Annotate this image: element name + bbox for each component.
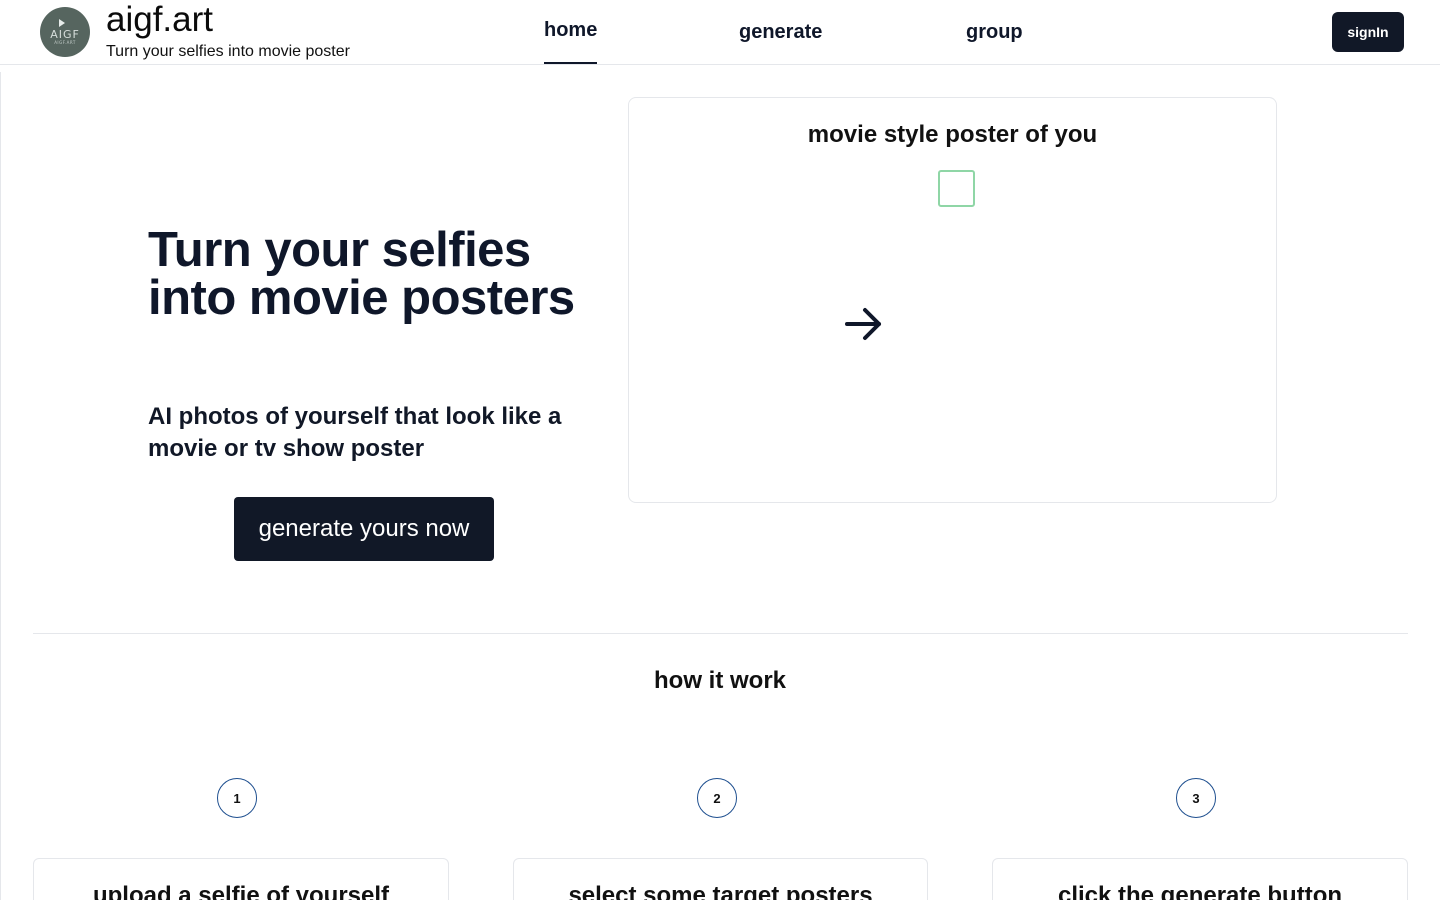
generate-now-button[interactable]: generate yours now <box>234 497 494 561</box>
nav-generate[interactable]: generate <box>739 0 822 64</box>
left-border <box>0 72 1 900</box>
brand-tagline: Turn your selfies into movie poster <box>106 43 350 60</box>
nav-group-label: group <box>966 21 1023 43</box>
logo-subtext: AIGF.ART <box>54 39 76 45</box>
section-divider <box>33 633 1408 634</box>
how-it-works-title: how it work <box>654 667 786 694</box>
poster-preview-card: movie style poster of you <box>628 97 1277 503</box>
site-header: AIGF AIGF.ART aigf.art Turn your selfies… <box>0 0 1440 65</box>
nav-group[interactable]: group <box>966 0 1023 64</box>
step-text-3: click the generate button <box>1057 882 1343 900</box>
nav-home[interactable]: home <box>544 0 598 64</box>
logo-text: AIGF <box>50 27 80 41</box>
poster-card-title: movie style poster of you <box>807 121 1098 148</box>
nav-home-label: home <box>544 19 598 41</box>
poster-thumbnail[interactable] <box>938 170 975 207</box>
step-text-2: select some target posters <box>568 882 873 900</box>
step-number-3: 3 <box>1176 778 1216 818</box>
hero-title: Turn your selfies into movie posters <box>148 223 575 325</box>
signin-button[interactable]: signIn <box>1332 12 1404 52</box>
nav-generate-label: generate <box>739 21 823 43</box>
logo[interactable]: AIGF AIGF.ART <box>40 7 90 57</box>
step-number-1: 1 <box>217 778 257 818</box>
step-number-2: 2 <box>697 778 737 818</box>
step-card-1: upload a selfie of yourself <box>33 858 449 900</box>
arrow-right-icon <box>845 308 881 340</box>
step-card-2: select some target posters <box>513 858 928 900</box>
step-card-3: click the generate button <box>992 858 1408 900</box>
hero-subtitle: AI photos of yourself that look like a m… <box>148 403 562 462</box>
brand-name[interactable]: aigf.art <box>106 0 213 40</box>
step-text-1: upload a selfie of yourself <box>92 882 390 900</box>
logo-mark-icon <box>59 18 65 27</box>
